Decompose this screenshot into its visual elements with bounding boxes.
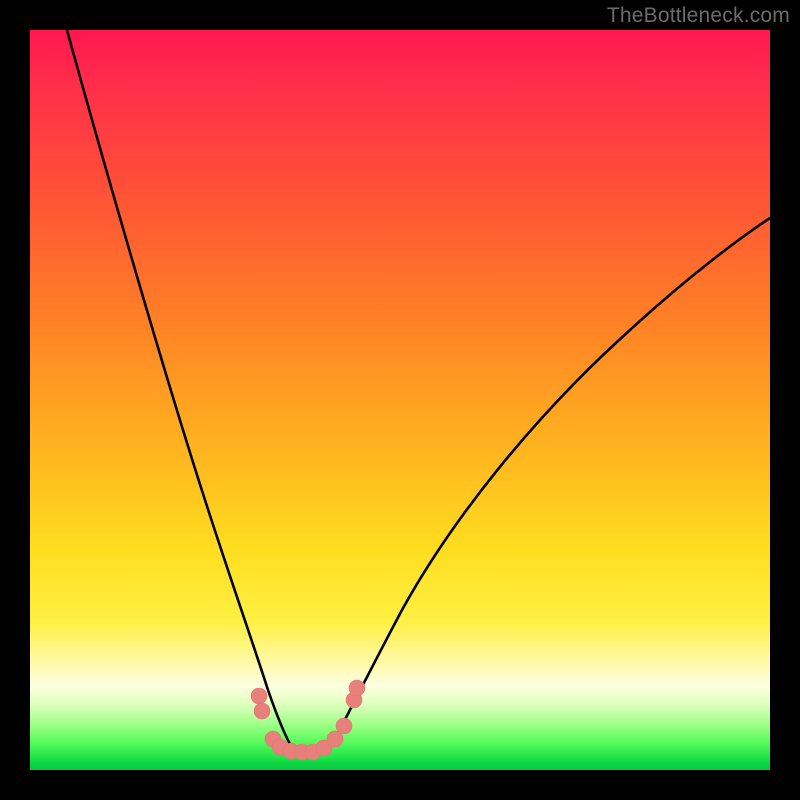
chart-frame: TheBottleneck.com xyxy=(0,0,800,800)
curve-layer xyxy=(30,30,770,770)
plot-area xyxy=(30,30,770,770)
watermark-text: TheBottleneck.com xyxy=(607,4,790,28)
right-branch-curve xyxy=(332,218,770,744)
left-branch-curve xyxy=(67,30,290,744)
